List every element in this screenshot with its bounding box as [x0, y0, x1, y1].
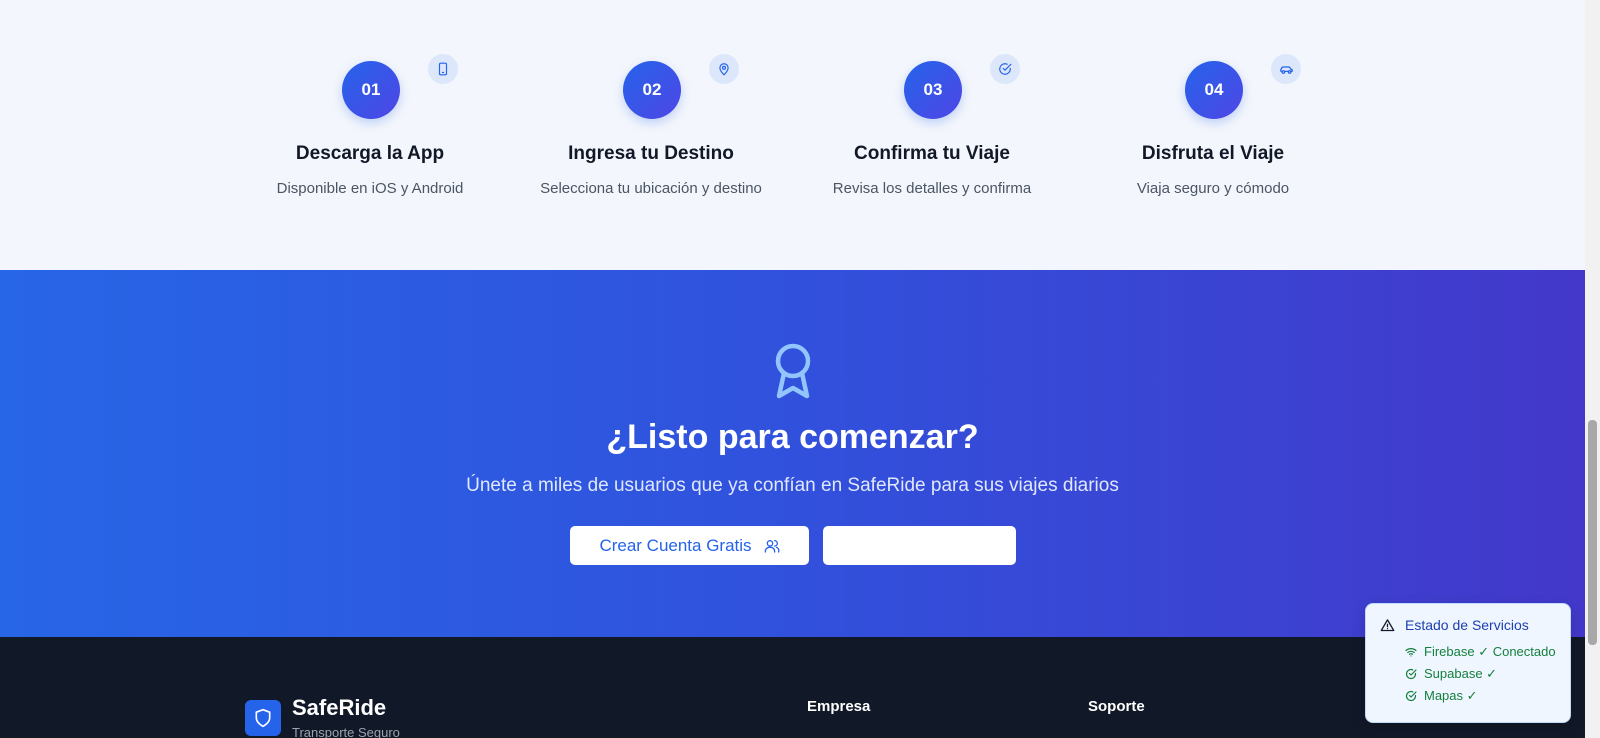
step-title: Confirma tu Viaje [854, 143, 1010, 164]
car-icon [1271, 54, 1301, 84]
status-item: Firebase ✓ Conectado [1405, 644, 1556, 660]
step-description: Selecciona tu ubicación y destino [540, 180, 762, 197]
award-icon [775, 343, 811, 399]
step-description: Viaja seguro y cómodo [1136, 180, 1290, 197]
check-circle-icon [990, 54, 1020, 84]
brand-name: SafeRide [292, 695, 387, 720]
step-number: 02 [623, 61, 681, 119]
secondary-cta-button[interactable] [823, 526, 1016, 565]
step-description: Revisa los detalles y confirma [832, 180, 1032, 197]
check-circle-icon [1405, 668, 1417, 680]
create-account-label: Crear Cuenta Gratis [599, 535, 752, 555]
check-circle-icon [1405, 690, 1417, 702]
status-item: Mapas ✓ [1405, 688, 1478, 704]
footer-column-heading: Soporte [1088, 698, 1145, 715]
users-icon [764, 539, 780, 553]
footer: SafeRide Transporte Seguro Empresa Sopor… [0, 637, 1585, 738]
warning-icon [1380, 618, 1395, 631]
wifi-icon [1405, 648, 1417, 657]
steps-section: 01 Descarga la App Disponible en iOS y A… [0, 0, 1585, 270]
create-account-button[interactable]: Crear Cuenta Gratis [570, 526, 809, 565]
cta-headline: ¿Listo para comenzar? [606, 418, 979, 456]
shield-icon [245, 700, 281, 736]
step-number: 01 [342, 61, 400, 119]
step-number: 04 [1185, 61, 1243, 119]
scrollbar-thumb[interactable] [1588, 420, 1597, 645]
status-label: Firebase ✓ Conectado [1424, 644, 1556, 659]
cta-subtitle: Únete a miles de usuarios que ya confían… [466, 475, 1119, 496]
status-label: Supabase ✓ [1424, 666, 1498, 681]
step-title: Ingresa tu Destino [568, 143, 734, 164]
step-description: Disponible en iOS y Android [276, 180, 464, 197]
status-title: Estado de Servicios [1405, 617, 1529, 633]
smartphone-icon [428, 54, 458, 84]
cta-section: ¿Listo para comenzar? Únete a miles de u… [0, 270, 1585, 637]
map-pin-icon [709, 54, 739, 84]
footer-column-heading: Empresa [807, 698, 871, 715]
page: 01 Descarga la App Disponible en iOS y A… [0, 0, 1585, 738]
status-item: Supabase ✓ [1405, 666, 1497, 682]
step-title: Disfruta el Viaje [1141, 143, 1285, 164]
status-label: Mapas ✓ [1424, 688, 1478, 703]
step-title: Descarga la App [295, 143, 445, 164]
step-number: 03 [904, 61, 962, 119]
scrollbar[interactable] [1585, 0, 1600, 738]
service-status-panel: Estado de Servicios Firebase ✓ Conectado… [1365, 603, 1571, 723]
brand-tagline: Transporte Seguro [292, 725, 400, 738]
status-header: Estado de Servicios [1380, 617, 1529, 633]
